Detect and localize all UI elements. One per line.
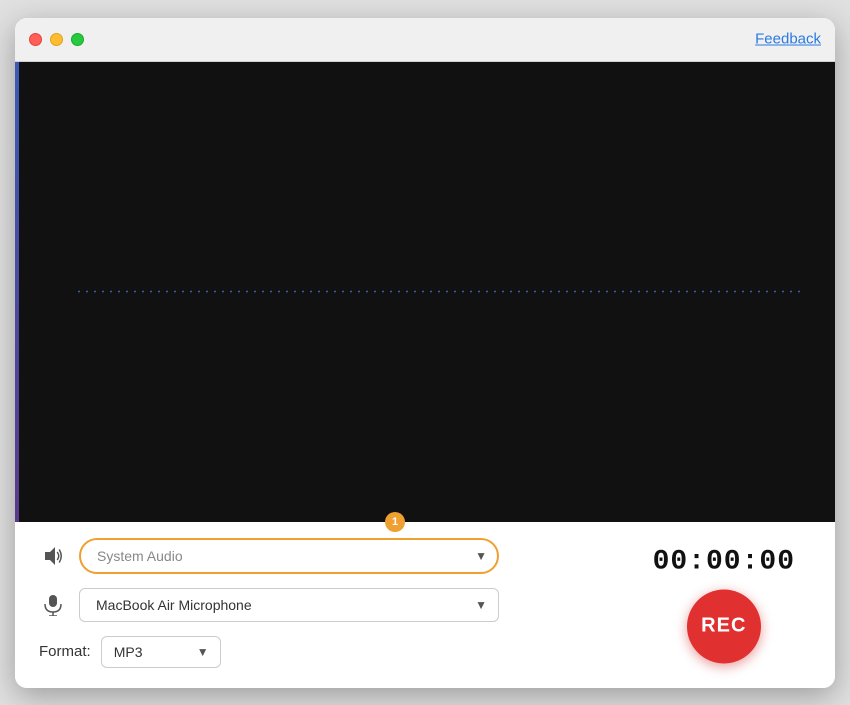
format-label: Format: bbox=[39, 643, 91, 660]
badge-1: 1 bbox=[385, 512, 405, 532]
video-area bbox=[15, 62, 835, 522]
format-select[interactable]: MP3 AAC WAV FLAC bbox=[101, 636, 221, 668]
minimize-button[interactable] bbox=[50, 33, 63, 46]
system-audio-select[interactable]: System Audio BlackHole 2ch None bbox=[79, 538, 499, 574]
microphone-select[interactable]: MacBook Air Microphone Built-in Micropho… bbox=[79, 588, 499, 622]
maximize-button[interactable] bbox=[71, 33, 84, 46]
traffic-lights bbox=[29, 33, 84, 46]
speaker-icon bbox=[39, 542, 67, 570]
waveform-dots bbox=[75, 291, 805, 293]
controls-area: 1 System Audio BlackHole 2ch None bbox=[15, 522, 835, 688]
system-audio-select-wrapper: System Audio BlackHole 2ch None ▼ bbox=[79, 538, 499, 574]
close-button[interactable] bbox=[29, 33, 42, 46]
format-select-wrapper: MP3 AAC WAV FLAC ▼ bbox=[101, 636, 221, 668]
timer-display: 00:00:00 bbox=[653, 546, 795, 577]
waveform-line bbox=[75, 291, 805, 292]
rec-button[interactable]: REC bbox=[687, 589, 761, 663]
left-accent bbox=[15, 62, 19, 522]
controls-right: 00:00:00 REC bbox=[653, 546, 795, 663]
app-window: Feedback 1 System Audi bbox=[15, 18, 835, 688]
microphone-select-wrapper: MacBook Air Microphone Built-in Micropho… bbox=[79, 588, 499, 622]
titlebar: Feedback bbox=[15, 18, 835, 62]
feedback-link[interactable]: Feedback bbox=[755, 31, 821, 48]
microphone-icon bbox=[39, 591, 67, 619]
